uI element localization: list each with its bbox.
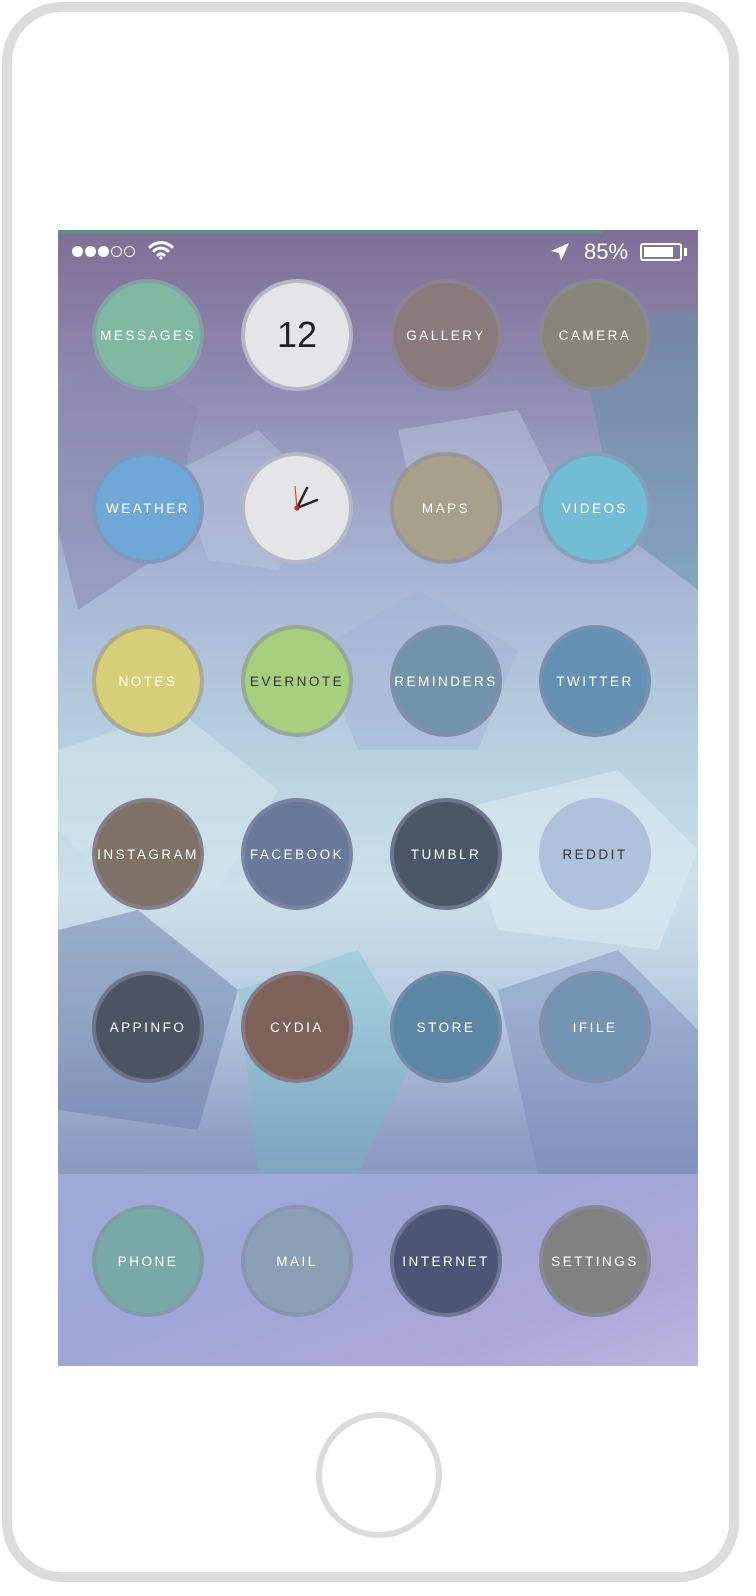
app-reminders[interactable]: REMINDERS [390,625,502,737]
battery-icon [640,243,682,261]
app-reddit[interactable]: REDDIT [539,798,651,910]
app-ifile[interactable]: IFILE [539,971,651,1083]
app-cydia[interactable]: CYDIA [241,971,353,1083]
battery-tip [684,248,687,256]
signal-strength-icon [72,246,135,257]
app-appinfo[interactable]: APPINFO [92,971,204,1083]
home-button[interactable] [316,1412,442,1538]
wifi-icon [148,241,174,260]
app-label: APPINFO [109,1019,187,1035]
app-maps[interactable]: MAPS [390,452,502,564]
app-label: MAPS [421,500,471,516]
app-label: INSTAGRAM [97,846,199,862]
app-label: EVERNOTE [249,673,345,689]
app-weather[interactable]: WEATHER [92,452,204,564]
calendar-date: 12 [276,314,318,355]
app-label: REMINDERS [394,673,498,689]
app-label: CYDIA [270,1019,324,1035]
app-videos[interactable]: VIDEOS [539,452,651,564]
dock-phone[interactable]: PHONE [92,1205,204,1317]
dock: PHONE MAIL INTERNET SETTINGS [58,1174,698,1366]
app-label: NOTES [118,673,178,689]
app-label: WEATHER [106,500,190,516]
app-store[interactable]: STORE [390,971,502,1083]
signal-dot [111,246,122,257]
app-calendar[interactable]: 12 [241,279,353,391]
signal-dot [72,246,83,257]
app-label: REDDIT [562,846,628,862]
signal-dot [98,246,109,257]
status-bar: 85% [58,234,698,268]
battery-percentage: 85% [584,239,629,264]
app-camera[interactable]: CAMERA [539,279,651,391]
app-clock[interactable] [241,452,353,564]
clock-face-icon [294,485,319,511]
app-label: FACEBOOK [249,846,345,862]
app-notes[interactable]: NOTES [92,625,204,737]
app-label: CAMERA [558,327,632,343]
app-gallery[interactable]: GALLERY [390,279,502,391]
app-facebook[interactable]: FACEBOOK [241,798,353,910]
app-label: TUMBLR [410,846,482,862]
home-screen: 85% MESSAGES 12 GALLERY CAMERA WEATHER M… [58,230,698,1366]
app-label: MAIL [276,1253,318,1269]
battery-level-fill [644,247,673,257]
app-label: GALLERY [406,327,486,343]
app-messages[interactable]: MESSAGES [92,279,204,391]
dock-settings[interactable]: SETTINGS [539,1205,651,1317]
app-label: PHONE [117,1253,179,1269]
app-label: VIDEOS [561,500,628,516]
app-instagram[interactable]: INSTAGRAM [92,798,204,910]
signal-dot [85,246,96,257]
app-evernote[interactable]: EVERNOTE [241,625,353,737]
app-label: STORE [416,1019,476,1035]
signal-dot [124,246,135,257]
app-label: MESSAGES [100,327,196,343]
app-label: TWITTER [556,673,634,689]
location-arrow-icon [551,243,569,261]
dock-internet[interactable]: INTERNET [390,1205,502,1317]
app-twitter[interactable]: TWITTER [539,625,651,737]
app-label: INTERNET [402,1253,490,1269]
app-tumblr[interactable]: TUMBLR [390,798,502,910]
dock-mail[interactable]: MAIL [241,1205,353,1317]
app-label: IFILE [572,1019,618,1035]
app-label: SETTINGS [551,1253,639,1269]
